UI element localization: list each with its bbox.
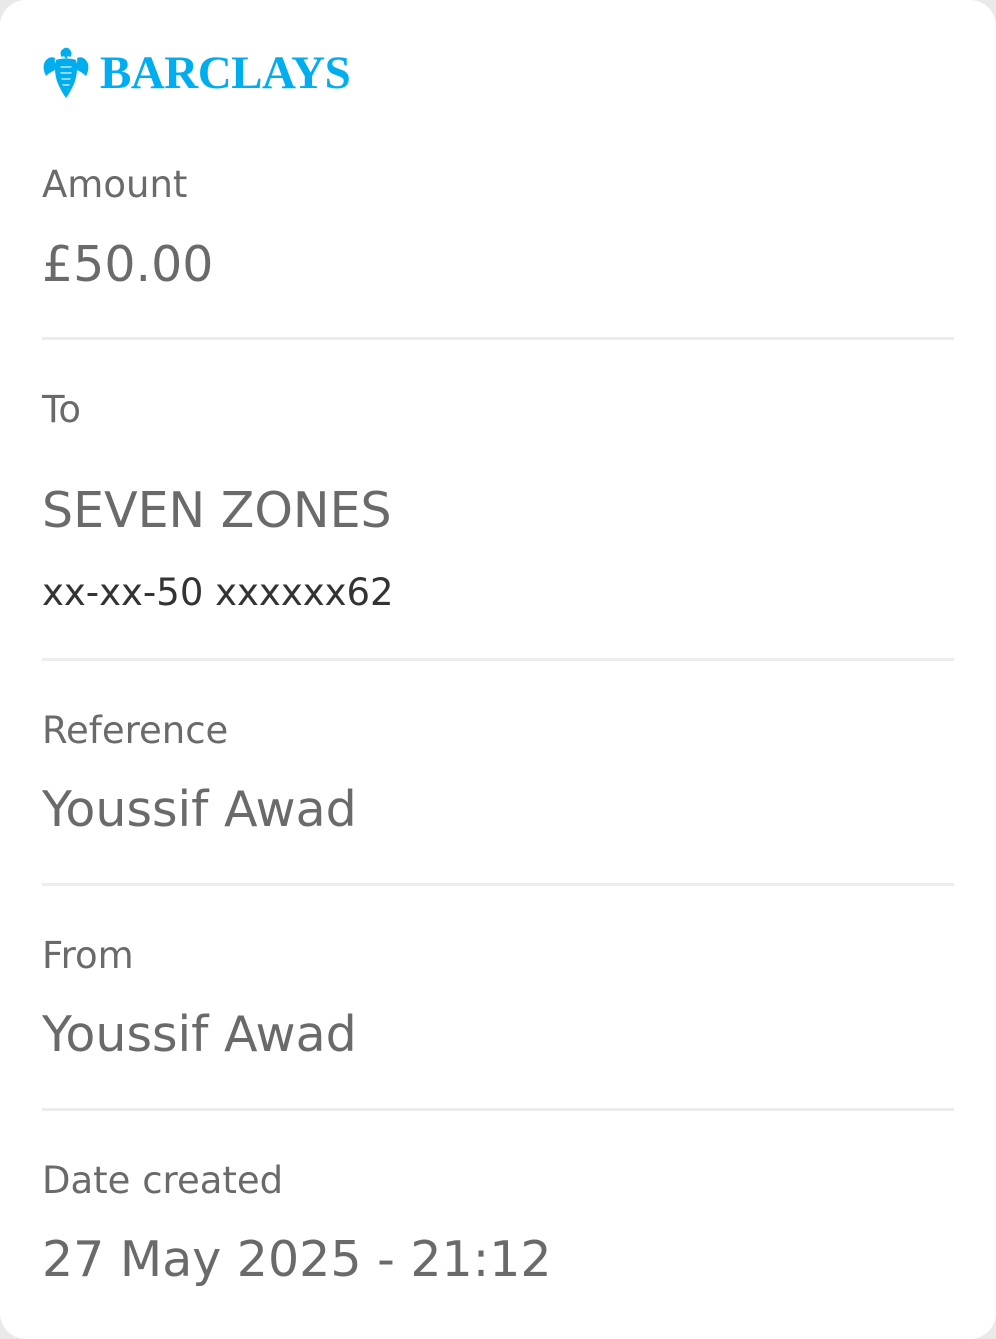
date-created-label: Date created [42,1159,284,1202]
reference-label: Reference [42,709,229,752]
payee-account-number: xx-xx-50 xxxxxx62 [42,571,394,614]
from-label: From [42,934,134,977]
payment-details-card: BARCLAYS Amount £50.00 To SEVEN ZONES xx… [0,0,996,1339]
date-created-value: 27 May 2025 - 21:12 [42,1231,552,1288]
amount-value: £50.00 [42,236,214,293]
barclays-logo: BARCLAYS [42,46,351,100]
divider [42,883,954,886]
reference-value: Youssif Awad [42,781,357,838]
divider [42,1108,954,1111]
eagle-icon [43,47,89,98]
payee-name: SEVEN ZONES [42,482,392,539]
divider [42,337,954,340]
brand-wordmark: BARCLAYS [100,47,351,99]
to-label: To [42,388,81,431]
from-value: Youssif Awad [42,1006,357,1063]
amount-label: Amount [42,163,188,206]
divider [42,658,954,661]
